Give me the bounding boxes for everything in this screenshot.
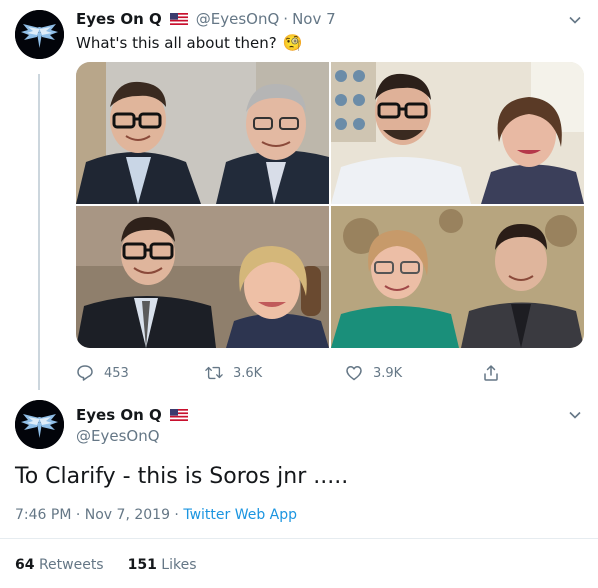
reply-count: 453 <box>104 365 129 381</box>
likes-count: 151 <box>127 557 157 573</box>
photo-3[interactable] <box>76 206 329 348</box>
dot-separator: · <box>283 10 289 28</box>
chevron-down-icon[interactable] <box>568 13 582 27</box>
angel-logo-icon <box>15 400 64 449</box>
tweet-body: To Clarify - this is Soros jnr ..... <box>15 464 349 489</box>
retweet-count: 3.6K <box>233 365 263 381</box>
retweets-stat[interactable]: 64 Retweets <box>15 557 104 573</box>
share-action[interactable] <box>482 364 500 382</box>
reply-action[interactable]: 453 <box>76 364 129 382</box>
photo-grid <box>76 62 584 348</box>
like-action[interactable]: 3.9K <box>345 364 402 382</box>
photo-4[interactable] <box>331 206 584 348</box>
handle[interactable]: @EyesOnQ <box>196 10 280 28</box>
photo-1[interactable] <box>76 62 329 204</box>
chevron-down-icon[interactable] <box>568 408 582 422</box>
tweet-text: What's this all about then? 🧐 <box>76 33 303 52</box>
tweet-header: Eyes On Q @EyesOnQ · Nov 7 <box>76 10 336 28</box>
avatar[interactable] <box>15 10 64 59</box>
likes-stat[interactable]: 151 Likes <box>128 557 197 573</box>
tweet-timestamp-row: 7:46 PM · Nov 7, 2019 · Twitter Web App <box>15 507 297 523</box>
like-count: 3.9K <box>373 365 403 381</box>
display-name[interactable]: Eyes On Q <box>76 406 162 424</box>
avatar[interactable] <box>15 400 64 449</box>
tweet-header: Eyes On Q <box>76 406 188 424</box>
tweet-source-link[interactable]: Twitter Web App <box>183 507 297 523</box>
likes-label: Likes <box>161 557 197 573</box>
retweets-count: 64 <box>15 557 35 573</box>
retweet-action[interactable]: 3.6K <box>205 364 262 382</box>
us-flag-icon <box>169 13 188 25</box>
thread-connector <box>38 74 40 390</box>
photo-2[interactable] <box>331 62 584 204</box>
handle[interactable]: @EyesOnQ <box>76 427 160 445</box>
reply-icon <box>77 365 93 381</box>
tweet-stats: 64 Retweets 151 Likes <box>15 557 197 573</box>
heart-icon <box>346 366 362 381</box>
tweet-body: What's this all about then? <box>76 33 277 52</box>
divider <box>0 538 598 539</box>
retweet-icon <box>205 366 223 380</box>
monocle-emoji-icon: 🧐 <box>282 33 303 52</box>
angel-logo-icon <box>15 10 64 59</box>
tweet-timestamp[interactable]: 7:46 PM · Nov 7, 2019 · <box>15 507 183 523</box>
display-name[interactable]: Eyes On Q <box>76 10 162 28</box>
retweets-label: Retweets <box>38 557 104 573</box>
us-flag-icon <box>169 409 188 421</box>
share-icon <box>484 365 498 381</box>
tweet-date[interactable]: Nov 7 <box>292 10 336 28</box>
